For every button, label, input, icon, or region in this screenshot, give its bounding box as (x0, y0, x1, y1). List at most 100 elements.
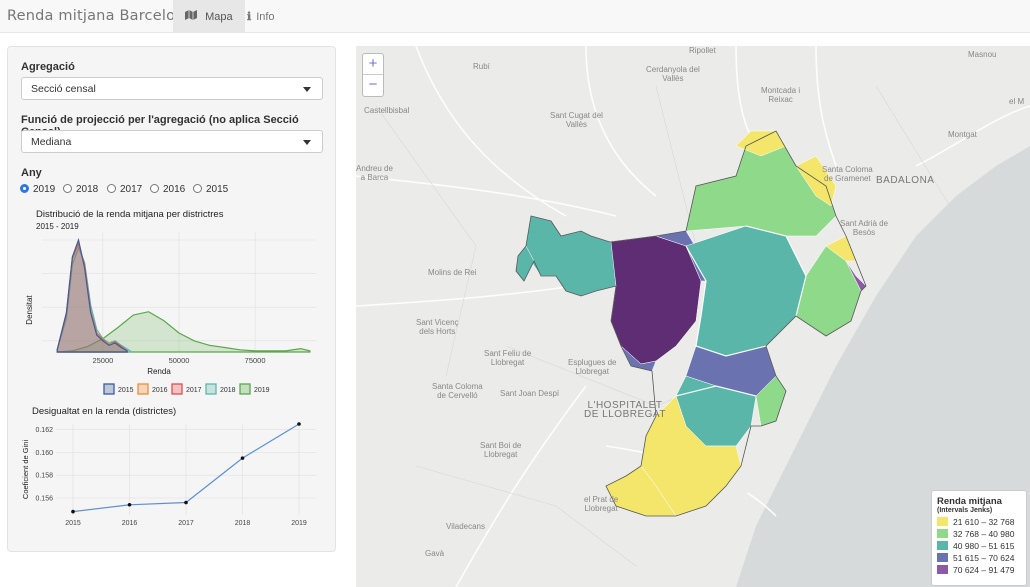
legend-label: 2017 (186, 387, 202, 394)
legend-swatch (937, 553, 948, 562)
legend-item: 40 980 – 51 615 (937, 541, 1021, 553)
radio-2019[interactable]: 2019 (20, 184, 55, 195)
legend-label: 2016 (152, 387, 168, 394)
place-label: Santa Coloma de Cervelló (432, 382, 483, 400)
place-label: Montcada i Reixac (761, 86, 801, 104)
x-tick-label: 2018 (235, 520, 251, 527)
info-icon: ℹ (247, 10, 252, 23)
map-view[interactable]: Ripollet Rubí Cerdanyola del Vallès Mont… (356, 46, 1030, 587)
place-label: Masnou (968, 50, 997, 59)
place-label: Cerdanyola del Vallès (646, 65, 700, 83)
sidebar-panel: Agregació Secció censal Funció de projec… (7, 46, 336, 552)
gini-point-2017 (184, 500, 188, 505)
legend-key-2017 (171, 383, 183, 395)
place-label: BADALONA (876, 175, 935, 186)
legend-label: 70 624 – 91 479 (953, 565, 1015, 575)
app-title: Renda mitjana Barcelona (7, 8, 194, 24)
place-label: Viladecans (446, 522, 485, 531)
place-label: Sant Adrià de Besòs (840, 219, 889, 237)
radio-dot (20, 184, 29, 193)
legend-title: Renda mitjana (937, 496, 1002, 507)
zoom-out-button[interactable]: − (363, 75, 383, 96)
tab-info[interactable]: ℹ Info (235, 0, 287, 33)
y-tick-label: 0.160 (35, 450, 53, 457)
x-tick-label: 50000 (169, 356, 190, 365)
place-label: Sant Vicenç dels Horts (416, 318, 459, 336)
y-axis-label: Coeficient de Gini (21, 440, 30, 500)
zoom-control: + − (362, 53, 384, 97)
funcio-select[interactable]: Mediana (21, 130, 323, 153)
radio-dot (150, 184, 159, 193)
gini-point-2018 (240, 456, 245, 460)
radio-dot (63, 184, 72, 193)
legend-item: 21 610 – 32 768 (937, 517, 1021, 529)
agregacio-select[interactable]: Secció censal (21, 77, 323, 100)
agregacio-label: Agregació (21, 61, 75, 73)
x-tick-label: 75000 (245, 356, 266, 365)
place-label: Molins de Rei (428, 268, 477, 277)
radio-label: 2019 (33, 184, 56, 195)
radio-label: 2016 (163, 184, 186, 195)
legend-label: 2015 (118, 387, 134, 394)
legend-label: 2018 (220, 387, 236, 394)
legend-key-2015 (103, 383, 115, 395)
radio-dot (107, 184, 116, 193)
gini-point-2015 (71, 509, 75, 514)
any-label: Any (21, 167, 42, 179)
place-label: Sant Joan Despí (500, 389, 560, 398)
map-icon (185, 10, 200, 23)
legend-key-2016 (137, 383, 149, 395)
x-tick-label: 2019 (291, 520, 307, 527)
radio-dot (193, 184, 202, 193)
legend-subtitle: (Intervals Jenks) (937, 507, 993, 514)
radio-2017[interactable]: 2017 (107, 184, 142, 195)
place-label: Castellbisbal (364, 106, 410, 115)
x-tick-label: 25000 (92, 356, 113, 365)
tab-label: Mapa (205, 11, 233, 23)
place-label: Andreu de a Barca (356, 164, 393, 182)
map-legend: Renda mitjana (Intervals Jenks) 21 610 –… (931, 490, 1027, 586)
x-tick-label: 2016 (122, 520, 138, 527)
legend-key-2019 (239, 383, 251, 395)
y-tick-label: 0.156 (35, 495, 53, 502)
chart-title: Desigualtat en la renda (districtes) (32, 406, 176, 417)
radio-2016[interactable]: 2016 (150, 184, 185, 195)
place-label: Montgat (948, 130, 977, 139)
x-axis-label: Renda (147, 367, 171, 376)
place-label: L'HOSPITALET DE LLOBREGAT (584, 400, 666, 420)
chevron-down-icon (303, 140, 311, 145)
radio-2018[interactable]: 2018 (63, 184, 98, 195)
tab-mapa[interactable]: Mapa (173, 0, 245, 33)
funcio-value: Mediana (31, 136, 72, 148)
gini-chart: Desigualtat en la renda (districtes) 0.16… (21, 406, 316, 527)
chart-title: Distribució de la renda mitjana per dist… (36, 209, 224, 220)
legend-key-2018 (205, 383, 217, 395)
place-label: Sant Feliu de Llobregat (484, 349, 532, 367)
legend-swatch (937, 565, 948, 574)
radio-2015[interactable]: 2015 (193, 184, 228, 195)
place-label: Gavà (425, 549, 445, 558)
y-axis-label: Densitat (25, 295, 34, 325)
zoom-in-button[interactable]: + (363, 54, 383, 75)
y-tick-label: 0.158 (35, 473, 53, 480)
gini-point-2016 (127, 502, 132, 507)
legend-label: 2019 (254, 387, 270, 394)
legend-item: 32 768 – 40 980 (937, 529, 1021, 541)
x-tick-label: 2015 (65, 520, 81, 527)
place-label: Santa Coloma de Gramenet (822, 165, 873, 183)
radio-label: 2015 (206, 184, 229, 195)
radio-label: 2018 (76, 184, 99, 195)
place-label: Esplugues de Llobregat (568, 358, 617, 376)
agregacio-value: Secció censal (31, 83, 96, 95)
legend-label: 40 980 – 51 615 (953, 541, 1015, 551)
chevron-down-icon (303, 87, 311, 92)
place-label: Sant Cugat del Vallès (550, 111, 603, 129)
place-label: Rubí (473, 62, 490, 71)
legend-label: 21 610 – 32 768 (953, 517, 1015, 527)
legend-item: 51 615 – 70 624 (937, 553, 1021, 565)
tab-label: Info (256, 11, 275, 23)
x-tick-label: 2017 (178, 520, 194, 527)
legend-label: 51 615 – 70 624 (953, 553, 1015, 563)
legend-item: 70 624 – 91 479 (937, 565, 1021, 577)
radio-label: 2017 (120, 184, 143, 195)
